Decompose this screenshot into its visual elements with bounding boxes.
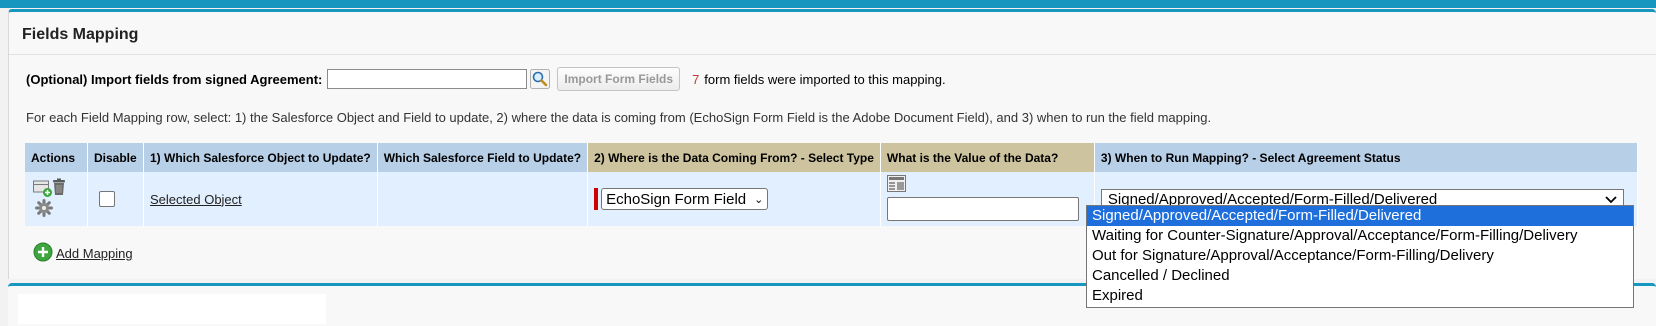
col-header-status: 3) When to Run Mapping? - Select Agreeme… — [1094, 143, 1639, 172]
lookup-table-icon[interactable] — [886, 175, 907, 196]
top-accent-bar — [0, 0, 1656, 8]
selected-object-link[interactable]: Selected Object — [150, 192, 242, 207]
value-cell — [880, 172, 1095, 226]
status-option[interactable]: Waiting for Counter-Signature/Approval/A… — [1087, 226, 1633, 246]
status-dropdown-list: Signed/Approved/Accepted/Form-Filled/Del… — [1086, 205, 1634, 308]
import-label: (Optional) Import fields from signed Agr… — [26, 71, 323, 87]
required-indicator — [594, 188, 599, 210]
status-option[interactable]: Out for Signature/Approval/Acceptance/Fo… — [1087, 246, 1633, 266]
panel-title: Fields Mapping — [22, 26, 139, 43]
title-divider — [9, 54, 1656, 55]
value-input[interactable] — [886, 197, 1079, 221]
actions-cell — [25, 172, 88, 226]
status-option[interactable]: Signed/Approved/Accepted/Form-Filled/Del… — [1087, 206, 1633, 226]
col-header-object: 1) Which Salesforce Object to Update? — [143, 143, 378, 172]
status-option[interactable]: Expired — [1087, 286, 1633, 306]
disable-cell — [87, 172, 144, 226]
import-message: form fields were imported to this mappin… — [704, 71, 946, 87]
field-cell — [377, 172, 589, 226]
gear-icon[interactable] — [35, 199, 53, 220]
col-header-disable: Disable — [87, 143, 144, 172]
lower-panel-content — [18, 294, 326, 324]
trash-icon[interactable] — [52, 178, 66, 199]
add-mapping[interactable]: Add Mapping — [33, 242, 133, 265]
col-header-field: Which Salesforce Field to Update? — [377, 143, 589, 172]
chevron-down-icon: ⌄ — [754, 193, 764, 206]
col-header-source-type: 2) Where is the Data Coming From? - Sele… — [587, 143, 881, 172]
object-cell: Selected Object — [143, 172, 378, 226]
source-type-wrap: EchoSign Form Field ⌄ — [594, 188, 874, 210]
add-row-icon[interactable] — [33, 180, 53, 201]
imported-count: 7 — [692, 71, 700, 87]
import-form-fields-button[interactable]: Import Form Fields — [557, 67, 681, 91]
disable-checkbox[interactable] — [99, 191, 115, 207]
col-header-value: What is the Value of the Data? — [880, 143, 1095, 172]
instructions-text: For each Field Mapping row, select: 1) t… — [26, 110, 1212, 125]
status-option[interactable]: Cancelled / Declined — [1087, 266, 1633, 286]
add-mapping-link[interactable]: Add Mapping — [56, 246, 133, 261]
source-type-select[interactable]: EchoSign Form Field ⌄ — [601, 188, 769, 210]
import-row: (Optional) Import fields from signed Agr… — [26, 66, 946, 92]
lookup-icon[interactable] — [530, 69, 551, 89]
source-type-cell: EchoSign Form Field ⌄ — [587, 172, 881, 226]
agreement-lookup-input[interactable] — [327, 69, 528, 89]
col-header-actions: Actions — [25, 143, 88, 172]
table-header-row: Actions Disable 1) Which Salesforce Obje… — [25, 143, 1639, 172]
source-type-value: EchoSign Form Field — [606, 190, 747, 208]
add-circle-icon[interactable] — [33, 242, 53, 265]
